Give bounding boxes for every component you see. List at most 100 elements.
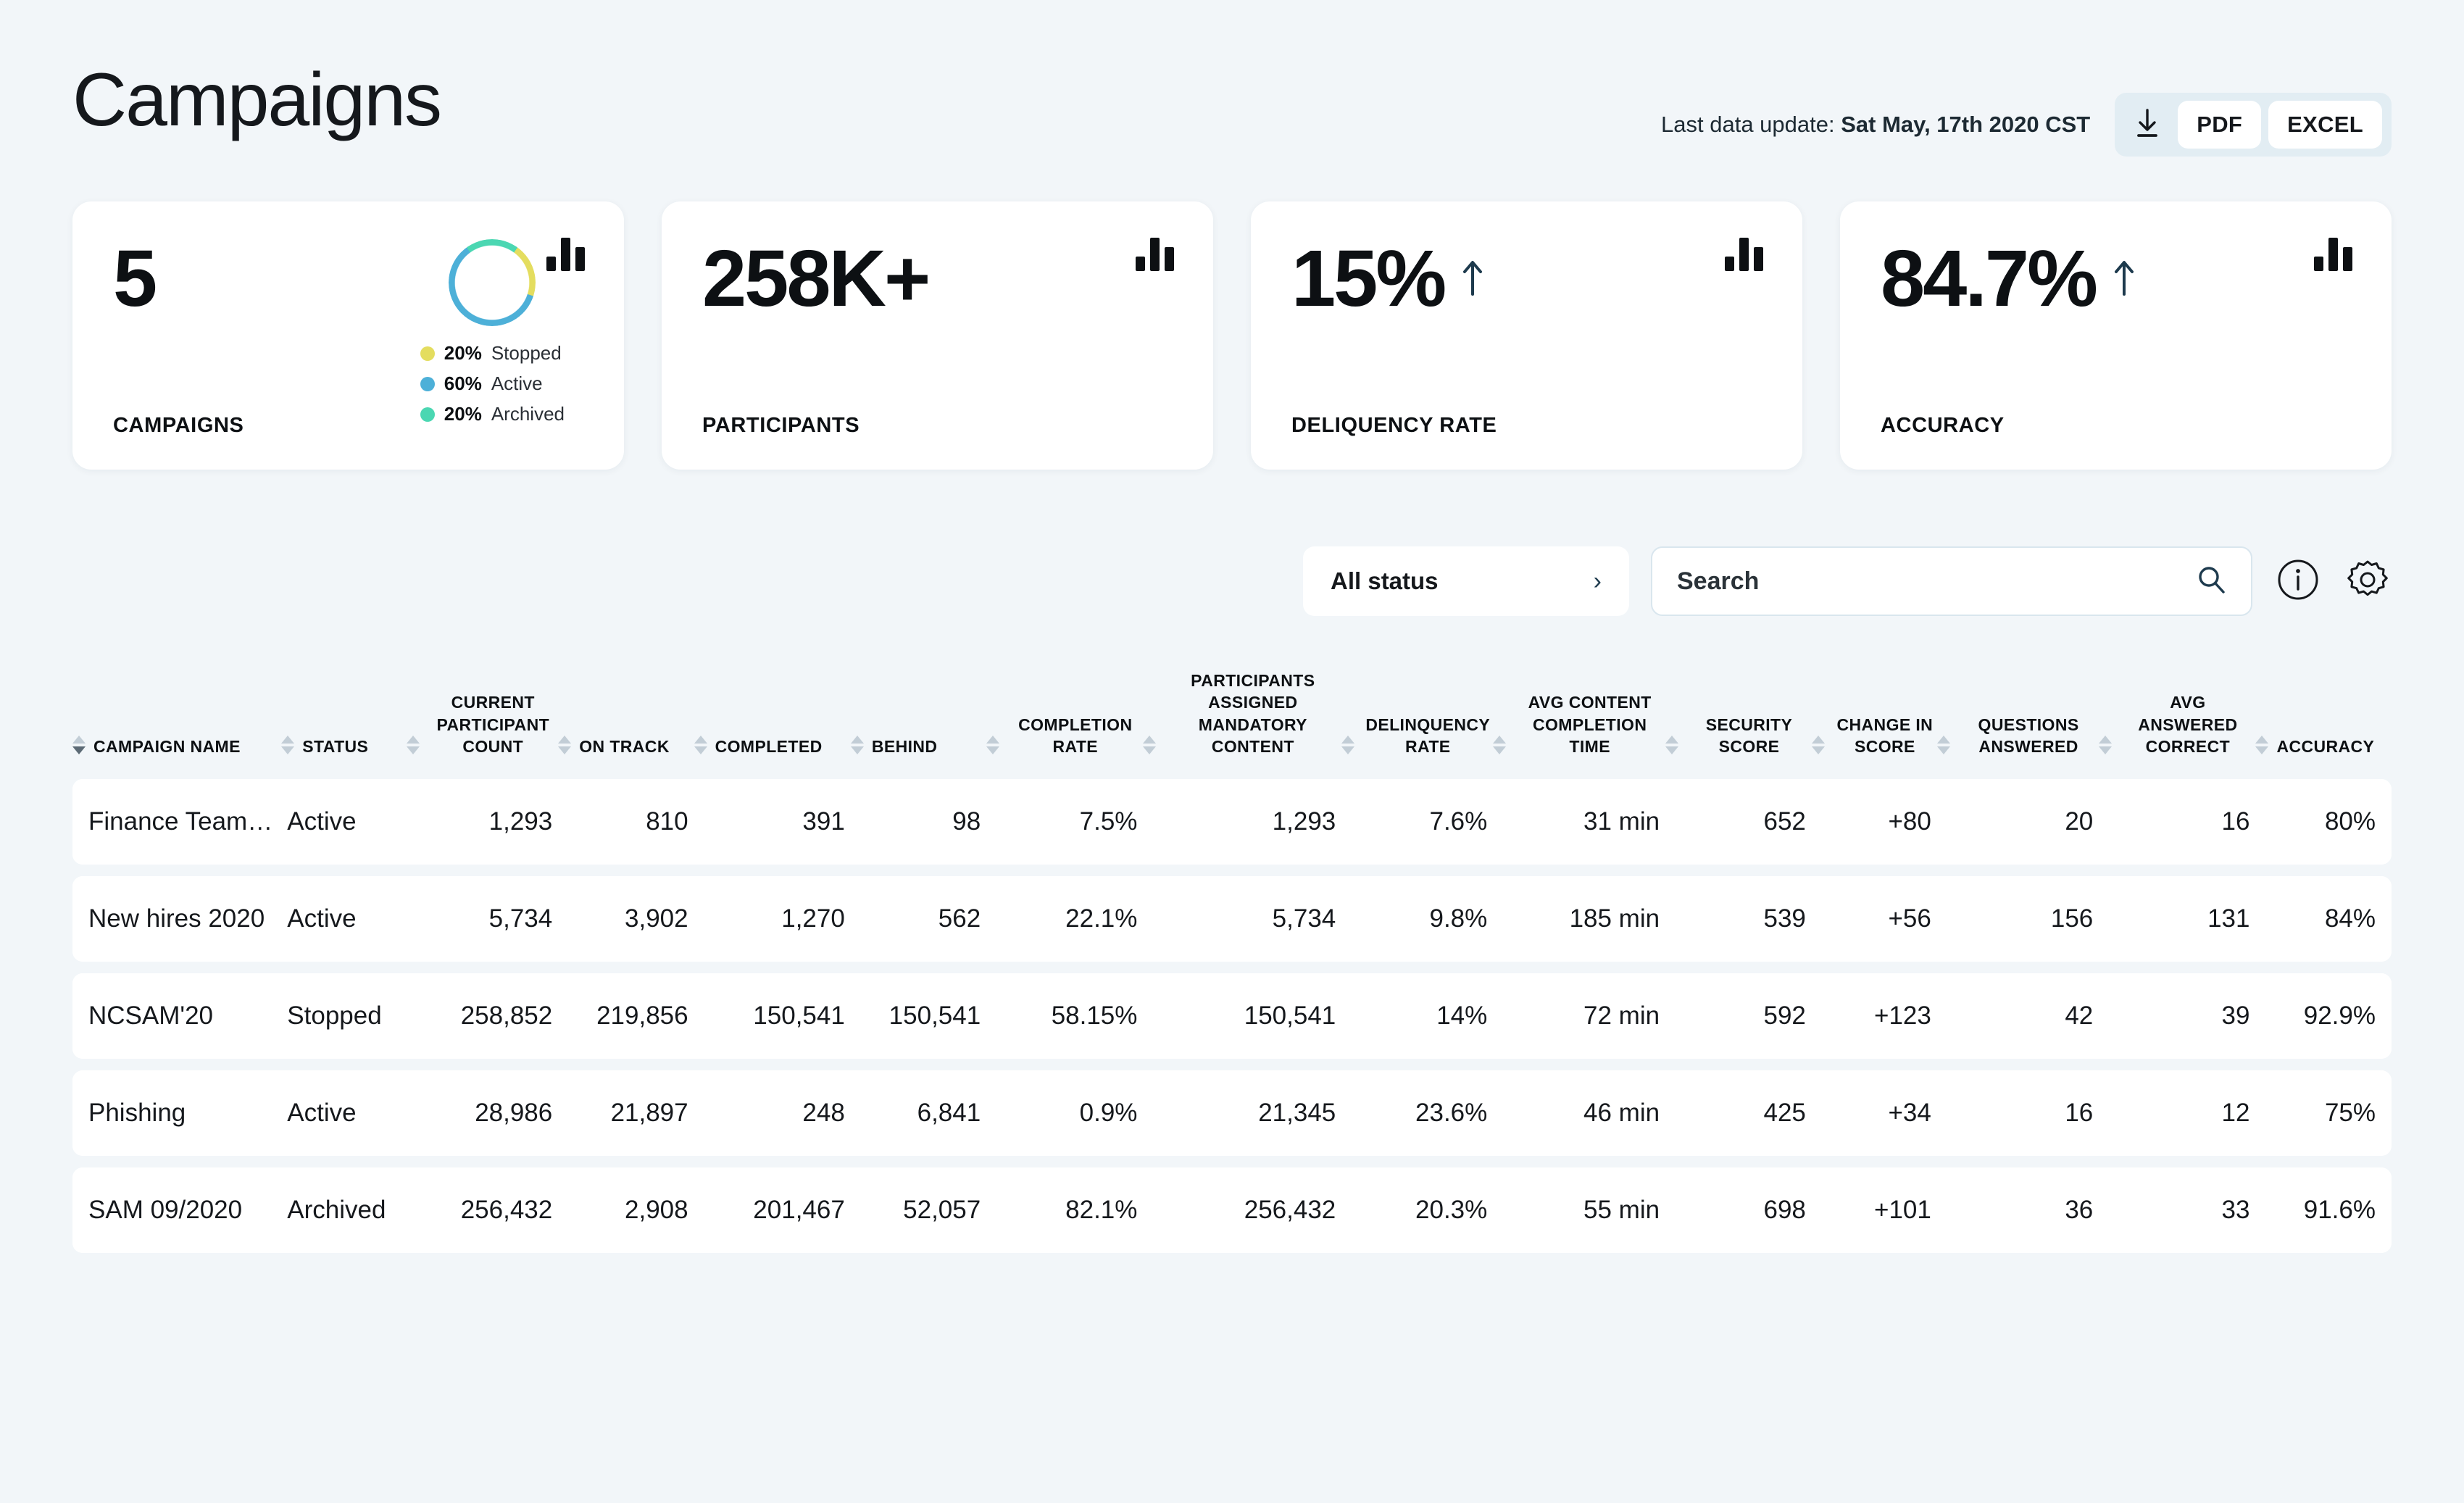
cell-questions-answered: 36	[1937, 1167, 2099, 1253]
kpi-value-accuracy: 84.7%	[1881, 239, 2096, 319]
sort-icon[interactable]	[694, 736, 707, 757]
search-input[interactable]	[1677, 567, 2196, 596]
cell-security-score: 698	[1665, 1167, 1812, 1253]
cell-campaign-name: Phishing	[72, 1070, 281, 1156]
sort-icon[interactable]	[1937, 736, 1950, 757]
column-label: DELINQUENCY RATE	[1362, 714, 1493, 758]
cell-accuracy: 75%	[2255, 1070, 2392, 1156]
column-header-behind[interactable]: BEHIND	[851, 670, 986, 767]
legend-item-stopped: 20% Stopped	[420, 342, 565, 365]
cell-current-participant-count: 5,734	[407, 876, 558, 962]
cell-current-participant-count: 1,293	[407, 779, 558, 865]
sort-icon[interactable]	[281, 736, 294, 757]
kpi-cards: 5 CAMPAIGNS 20% Stopped 60%	[72, 201, 2392, 470]
table-row[interactable]: SAM 09/2020Archived256,4322,908201,46752…	[72, 1167, 2392, 1253]
cell-questions-answered: 42	[1937, 973, 2099, 1059]
cell-participants-assigned-mandatory-content: 1,293	[1143, 779, 1341, 865]
campaigns-dashboard: Campaigns Last data update: Sat May, 17t…	[0, 0, 2464, 1503]
column-label: AVG ANSWERED CORRECT	[2120, 691, 2255, 757]
sort-icon[interactable]	[1493, 736, 1506, 757]
cell-behind: 98	[851, 779, 986, 865]
table-header-row: CAMPAIGN NAME STATUS CURRENT PARTICIPANT…	[72, 670, 2392, 767]
column-label: COMPLETION RATE	[1007, 714, 1143, 758]
kpi-value-delinquency-rate: 15%	[1291, 239, 1444, 319]
table-row[interactable]: NCSAM'20Stopped258,852219,856150,541150,…	[72, 973, 2392, 1059]
table-row[interactable]: New hires 2020Active5,7343,9021,27056222…	[72, 876, 2392, 962]
cell-questions-answered: 20	[1937, 779, 2099, 865]
table-toolbar: All status ›	[72, 546, 2392, 616]
sort-icon[interactable]	[1341, 736, 1354, 757]
legend-name: Archived	[491, 403, 565, 425]
column-header-on-track[interactable]: ON TRACK	[558, 670, 694, 767]
bar-chart-icon[interactable]	[2314, 236, 2352, 271]
kpi-card-campaigns: 5 CAMPAIGNS 20% Stopped 60%	[72, 201, 624, 470]
cell-accuracy: 84%	[2255, 876, 2392, 962]
table-row[interactable]: PhishingActive28,98621,8972486,8410.9%21…	[72, 1070, 2392, 1156]
bar-chart-icon[interactable]	[1725, 236, 1763, 271]
legend-color-dot	[420, 377, 435, 391]
column-header-current-participant-count[interactable]: CURRENT PARTICIPANT COUNT	[407, 670, 558, 767]
kpi-value-participants: 258K+	[702, 239, 928, 319]
cell-delinquency-rate: 7.6%	[1341, 779, 1493, 865]
cell-questions-answered: 156	[1937, 876, 2099, 962]
sort-icon[interactable]	[72, 736, 86, 757]
column-header-change-in-score[interactable]: CHANGE IN SCORE	[1812, 670, 1937, 767]
sort-icon[interactable]	[407, 736, 420, 757]
column-header-avg-content-completion-time[interactable]: AVG CONTENT COMPLETION TIME	[1493, 670, 1665, 767]
column-header-completed[interactable]: COMPLETED	[694, 670, 851, 767]
sort-icon[interactable]	[851, 736, 864, 757]
cell-completion-rate: 7.5%	[986, 779, 1143, 865]
cell-completion-rate: 82.1%	[986, 1167, 1143, 1253]
sort-icon[interactable]	[1812, 736, 1825, 757]
sort-icon[interactable]	[2099, 736, 2112, 757]
cell-status: Active	[281, 1070, 407, 1156]
download-button[interactable]	[2124, 101, 2170, 148]
table-row[interactable]: Finance Team 2...Active1,293810391987.5%…	[72, 779, 2392, 865]
column-header-security-score[interactable]: SECURITY SCORE	[1665, 670, 1812, 767]
legend-color-dot	[420, 346, 435, 361]
cell-status: Stopped	[281, 973, 407, 1059]
bar-chart-icon[interactable]	[546, 236, 585, 271]
column-header-accuracy[interactable]: ACCURACY	[2255, 670, 2392, 767]
cell-avg-answered-correct: 39	[2099, 973, 2255, 1059]
legend-percent: 60%	[444, 372, 482, 395]
column-header-avg-answered-correct[interactable]: AVG ANSWERED CORRECT	[2099, 670, 2255, 767]
status-donut-chart	[449, 239, 536, 326]
cell-change-in-score: +123	[1812, 973, 1937, 1059]
cell-delinquency-rate: 23.6%	[1341, 1070, 1493, 1156]
cell-questions-answered: 16	[1937, 1070, 2099, 1156]
export-excel-button[interactable]: EXCEL	[2268, 101, 2382, 149]
column-header-questions-answered[interactable]: QUESTIONS ANSWERED	[1937, 670, 2099, 767]
search-icon[interactable]	[2196, 565, 2226, 599]
sort-icon[interactable]	[986, 736, 999, 757]
sort-icon[interactable]	[1665, 736, 1678, 757]
sort-icon[interactable]	[2255, 736, 2268, 757]
cell-avg-content-completion-time: 72 min	[1493, 973, 1665, 1059]
export-pdf-button[interactable]: PDF	[2178, 101, 2261, 149]
status-filter-label: All status	[1331, 567, 1439, 595]
bar-chart-icon[interactable]	[1136, 236, 1174, 271]
info-icon	[2277, 559, 2319, 604]
gear-icon	[2346, 558, 2389, 605]
column-header-status[interactable]: STATUS	[281, 670, 407, 767]
column-header-delinquency-rate[interactable]: DELINQUENCY RATE	[1341, 670, 1493, 767]
cell-avg-content-completion-time: 55 min	[1493, 1167, 1665, 1253]
kpi-label-participants: PARTICIPANTS	[702, 414, 1173, 438]
column-header-completion-rate[interactable]: COMPLETION RATE	[986, 670, 1143, 767]
column-header-campaign-name[interactable]: CAMPAIGN NAME	[72, 670, 281, 767]
info-button[interactable]	[2274, 557, 2322, 605]
sort-icon[interactable]	[558, 736, 571, 757]
sort-icon[interactable]	[1143, 736, 1156, 757]
column-label: QUESTIONS ANSWERED	[1958, 714, 2099, 758]
cell-avg-content-completion-time: 46 min	[1493, 1070, 1665, 1156]
cell-avg-answered-correct: 12	[2099, 1070, 2255, 1156]
cell-accuracy: 91.6%	[2255, 1167, 2392, 1253]
cell-current-participant-count: 28,986	[407, 1070, 558, 1156]
cell-status: Archived	[281, 1167, 407, 1253]
status-filter-select[interactable]: All status ›	[1303, 546, 1629, 616]
settings-button[interactable]	[2344, 557, 2392, 605]
kpi-card-delinquency-rate: 15% DELIQUENCY RATE	[1251, 201, 1802, 470]
column-header-participants-assigned-mandatory-content[interactable]: PARTICIPANTS ASSIGNED MANDATORY CONTENT	[1143, 670, 1341, 767]
search-box[interactable]	[1651, 546, 2252, 616]
cell-on-track: 810	[558, 779, 694, 865]
